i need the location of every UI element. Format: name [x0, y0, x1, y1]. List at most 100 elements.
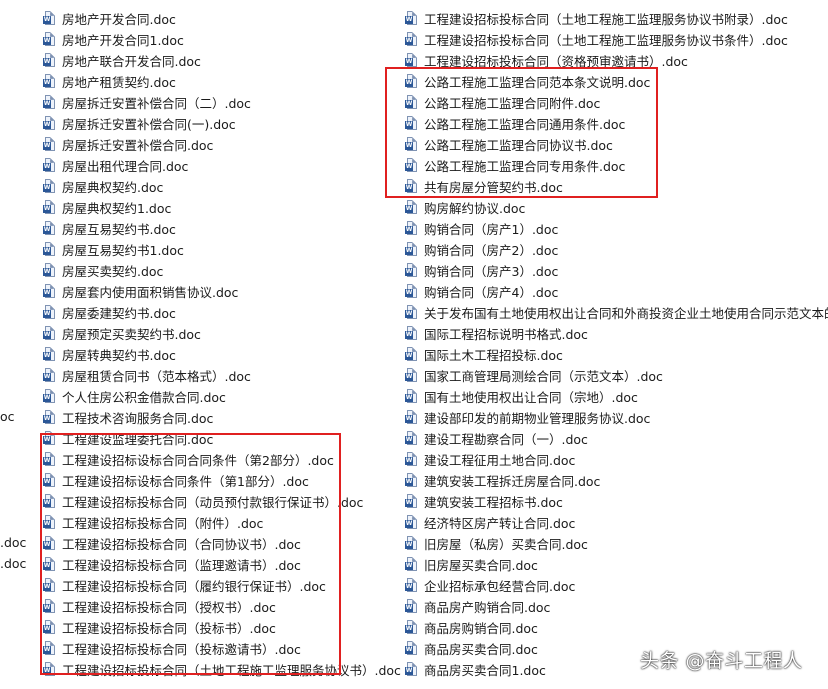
file-item[interactable]: W 关于发布国有土地使用权出让合同和外商投资企业土地使用合同示范文本的通知: [405, 302, 828, 323]
word-doc-icon-letter: W: [43, 331, 51, 339]
file-item[interactable]: W 国家工商管理局测绘合同（示范文本）.doc: [405, 365, 828, 386]
word-doc-icon-letter: W: [405, 331, 413, 339]
file-name: 房屋拆迁安置补偿合同.doc: [62, 138, 214, 153]
file-item[interactable]: W 房屋典权契约.doc: [43, 176, 413, 197]
word-doc-icon: W: [405, 515, 418, 530]
word-doc-icon-letter: W: [43, 100, 51, 108]
file-item[interactable]: W 房地产联合开发合同.doc: [43, 50, 413, 71]
file-name: 国有土地使用权出让合同（宗地）.doc: [424, 390, 638, 405]
word-doc-icon-letter: W: [405, 373, 413, 381]
file-item[interactable]: W 房屋典权契约1.doc: [43, 197, 413, 218]
file-item[interactable]: W 房屋出租代理合同.doc: [43, 155, 413, 176]
file-name: 购销合同（房产4）.doc: [424, 285, 559, 300]
word-doc-icon-letter: W: [405, 16, 413, 24]
word-doc-icon-letter: W: [405, 478, 413, 486]
file-name: 国家工商管理局测绘合同（示范文本）.doc: [424, 369, 663, 384]
file-item[interactable]: W 工程建设招标投标合同（土地工程施工监理服务协议书附录）.doc: [405, 8, 828, 29]
file-name: 建筑安装工程拆迁房屋合同.doc: [424, 474, 601, 489]
word-doc-icon: W: [43, 74, 56, 89]
file-name: 房屋出租代理合同.doc: [62, 159, 189, 174]
highlight-box-highway-contracts: [385, 67, 658, 198]
file-name: 工程建设招标投标合同（土地工程施工监理服务协议书条件）.doc: [424, 33, 788, 48]
word-doc-icon: W: [43, 221, 56, 236]
file-name: 房屋买卖契约.doc: [62, 264, 164, 279]
file-item[interactable]: W 房屋租赁合同书（范本格式）.doc: [43, 365, 413, 386]
truncated-filename-fragment[interactable]: .doc: [0, 556, 26, 571]
file-item[interactable]: W 房地产开发合同1.doc: [43, 29, 413, 50]
file-item[interactable]: W 国际土木工程招投标.doc: [405, 344, 828, 365]
file-item[interactable]: W 房屋互易契约书1.doc: [43, 239, 413, 260]
word-doc-icon-letter: W: [43, 289, 51, 297]
word-doc-icon: W: [43, 263, 56, 278]
file-item[interactable]: W 个人住房公积金借款合同.doc: [43, 386, 413, 407]
word-doc-icon-letter: W: [43, 394, 51, 402]
file-name: 建设部印发的前期物业管理服务协议.doc: [424, 411, 651, 426]
file-name: 房屋租赁合同书（范本格式）.doc: [62, 369, 251, 384]
file-item[interactable]: W 商品房购销合同.doc: [405, 617, 828, 638]
word-doc-icon: W: [405, 536, 418, 551]
word-doc-icon: W: [43, 389, 56, 404]
word-doc-icon-letter: W: [405, 667, 413, 675]
file-item[interactable]: W 房屋预定买卖契约书.doc: [43, 323, 413, 344]
file-name: 商品房产购销合同.doc: [424, 600, 551, 615]
file-item[interactable]: W 购销合同（房产2）.doc: [405, 239, 828, 260]
word-doc-icon: W: [43, 53, 56, 68]
word-doc-icon-letter: W: [405, 394, 413, 402]
file-item[interactable]: W 建设工程征用土地合同.doc: [405, 449, 828, 470]
file-item[interactable]: W 房屋委建契约书.doc: [43, 302, 413, 323]
word-doc-icon: W: [43, 242, 56, 257]
file-item[interactable]: W 购销合同（房产1）.doc: [405, 218, 828, 239]
word-doc-icon-letter: W: [43, 247, 51, 255]
file-item[interactable]: W 国际工程招标说明书格式.doc: [405, 323, 828, 344]
file-name: 购销合同（房产1）.doc: [424, 222, 559, 237]
word-doc-icon: W: [405, 599, 418, 614]
file-item[interactable]: W 建筑安装工程招标书.doc: [405, 491, 828, 512]
file-name: 房屋典权契约.doc: [62, 180, 164, 195]
file-item[interactable]: W 经济特区房产转让合同.doc: [405, 512, 828, 533]
word-doc-icon: W: [405, 263, 418, 278]
file-item[interactable]: W 工程建设招标投标合同（土地工程施工监理服务协议书条件）.doc: [405, 29, 828, 50]
file-item[interactable]: W 建设工程勘察合同（一）.doc: [405, 428, 828, 449]
file-item[interactable]: W 国有土地使用权出让合同（宗地）.doc: [405, 386, 828, 407]
file-name: 房屋套内使用面积销售协议.doc: [62, 285, 239, 300]
file-item[interactable]: W 房屋拆迁安置补偿合同.doc: [43, 134, 413, 155]
file-name: 商品房买卖合同1.doc: [424, 663, 546, 678]
file-item[interactable]: W 房地产租赁契约.doc: [43, 71, 413, 92]
file-item[interactable]: W 房屋互易契约书.doc: [43, 218, 413, 239]
word-doc-icon-letter: W: [43, 226, 51, 234]
word-doc-icon: W: [405, 494, 418, 509]
truncated-filename-fragment[interactable]: .doc: [0, 535, 26, 550]
word-doc-icon: W: [405, 662, 418, 677]
file-item[interactable]: W 房地产开发合同.doc: [43, 8, 413, 29]
word-doc-icon: W: [43, 326, 56, 341]
file-item[interactable]: W 房屋拆迁安置补偿合同（二）.doc: [43, 92, 413, 113]
word-doc-icon-letter: W: [43, 415, 51, 423]
file-item[interactable]: W 购销合同（房产3）.doc: [405, 260, 828, 281]
word-doc-icon-letter: W: [43, 373, 51, 381]
file-item[interactable]: W 商品房产购销合同.doc: [405, 596, 828, 617]
file-item[interactable]: W 房屋买卖契约.doc: [43, 260, 413, 281]
word-doc-icon-letter: W: [405, 268, 413, 276]
word-doc-icon: W: [43, 410, 56, 425]
file-name: 房地产开发合同1.doc: [62, 33, 184, 48]
file-item[interactable]: W 旧房屋买卖合同.doc: [405, 554, 828, 575]
file-item[interactable]: W 购销合同（房产4）.doc: [405, 281, 828, 302]
word-doc-icon: W: [43, 200, 56, 215]
file-name: 房屋委建契约书.doc: [62, 306, 176, 321]
file-item[interactable]: W 房屋转典契约书.doc: [43, 344, 413, 365]
file-name: 房地产租赁契约.doc: [62, 75, 176, 90]
file-name: 房屋典权契约1.doc: [62, 201, 172, 216]
word-doc-icon: W: [43, 368, 56, 383]
word-doc-icon-letter: W: [405, 457, 413, 465]
file-name: 商品房买卖合同.doc: [424, 642, 538, 657]
file-item[interactable]: W 建筑安装工程拆迁房屋合同.doc: [405, 470, 828, 491]
file-item[interactable]: W 购房解约协议.doc: [405, 197, 828, 218]
truncated-filename-fragment[interactable]: oc: [0, 409, 15, 424]
file-item[interactable]: W 建设部印发的前期物业管理服务协议.doc: [405, 407, 828, 428]
file-item[interactable]: W 房屋套内使用面积销售协议.doc: [43, 281, 413, 302]
file-item[interactable]: W 房屋拆迁安置补偿合同(一).doc: [43, 113, 413, 134]
file-item[interactable]: W 工程技术咨询服务合同.doc: [43, 407, 413, 428]
file-name: 房屋互易契约书.doc: [62, 222, 176, 237]
file-item[interactable]: W 企业招标承包经营合同.doc: [405, 575, 828, 596]
file-item[interactable]: W 旧房屋（私房）买卖合同.doc: [405, 533, 828, 554]
